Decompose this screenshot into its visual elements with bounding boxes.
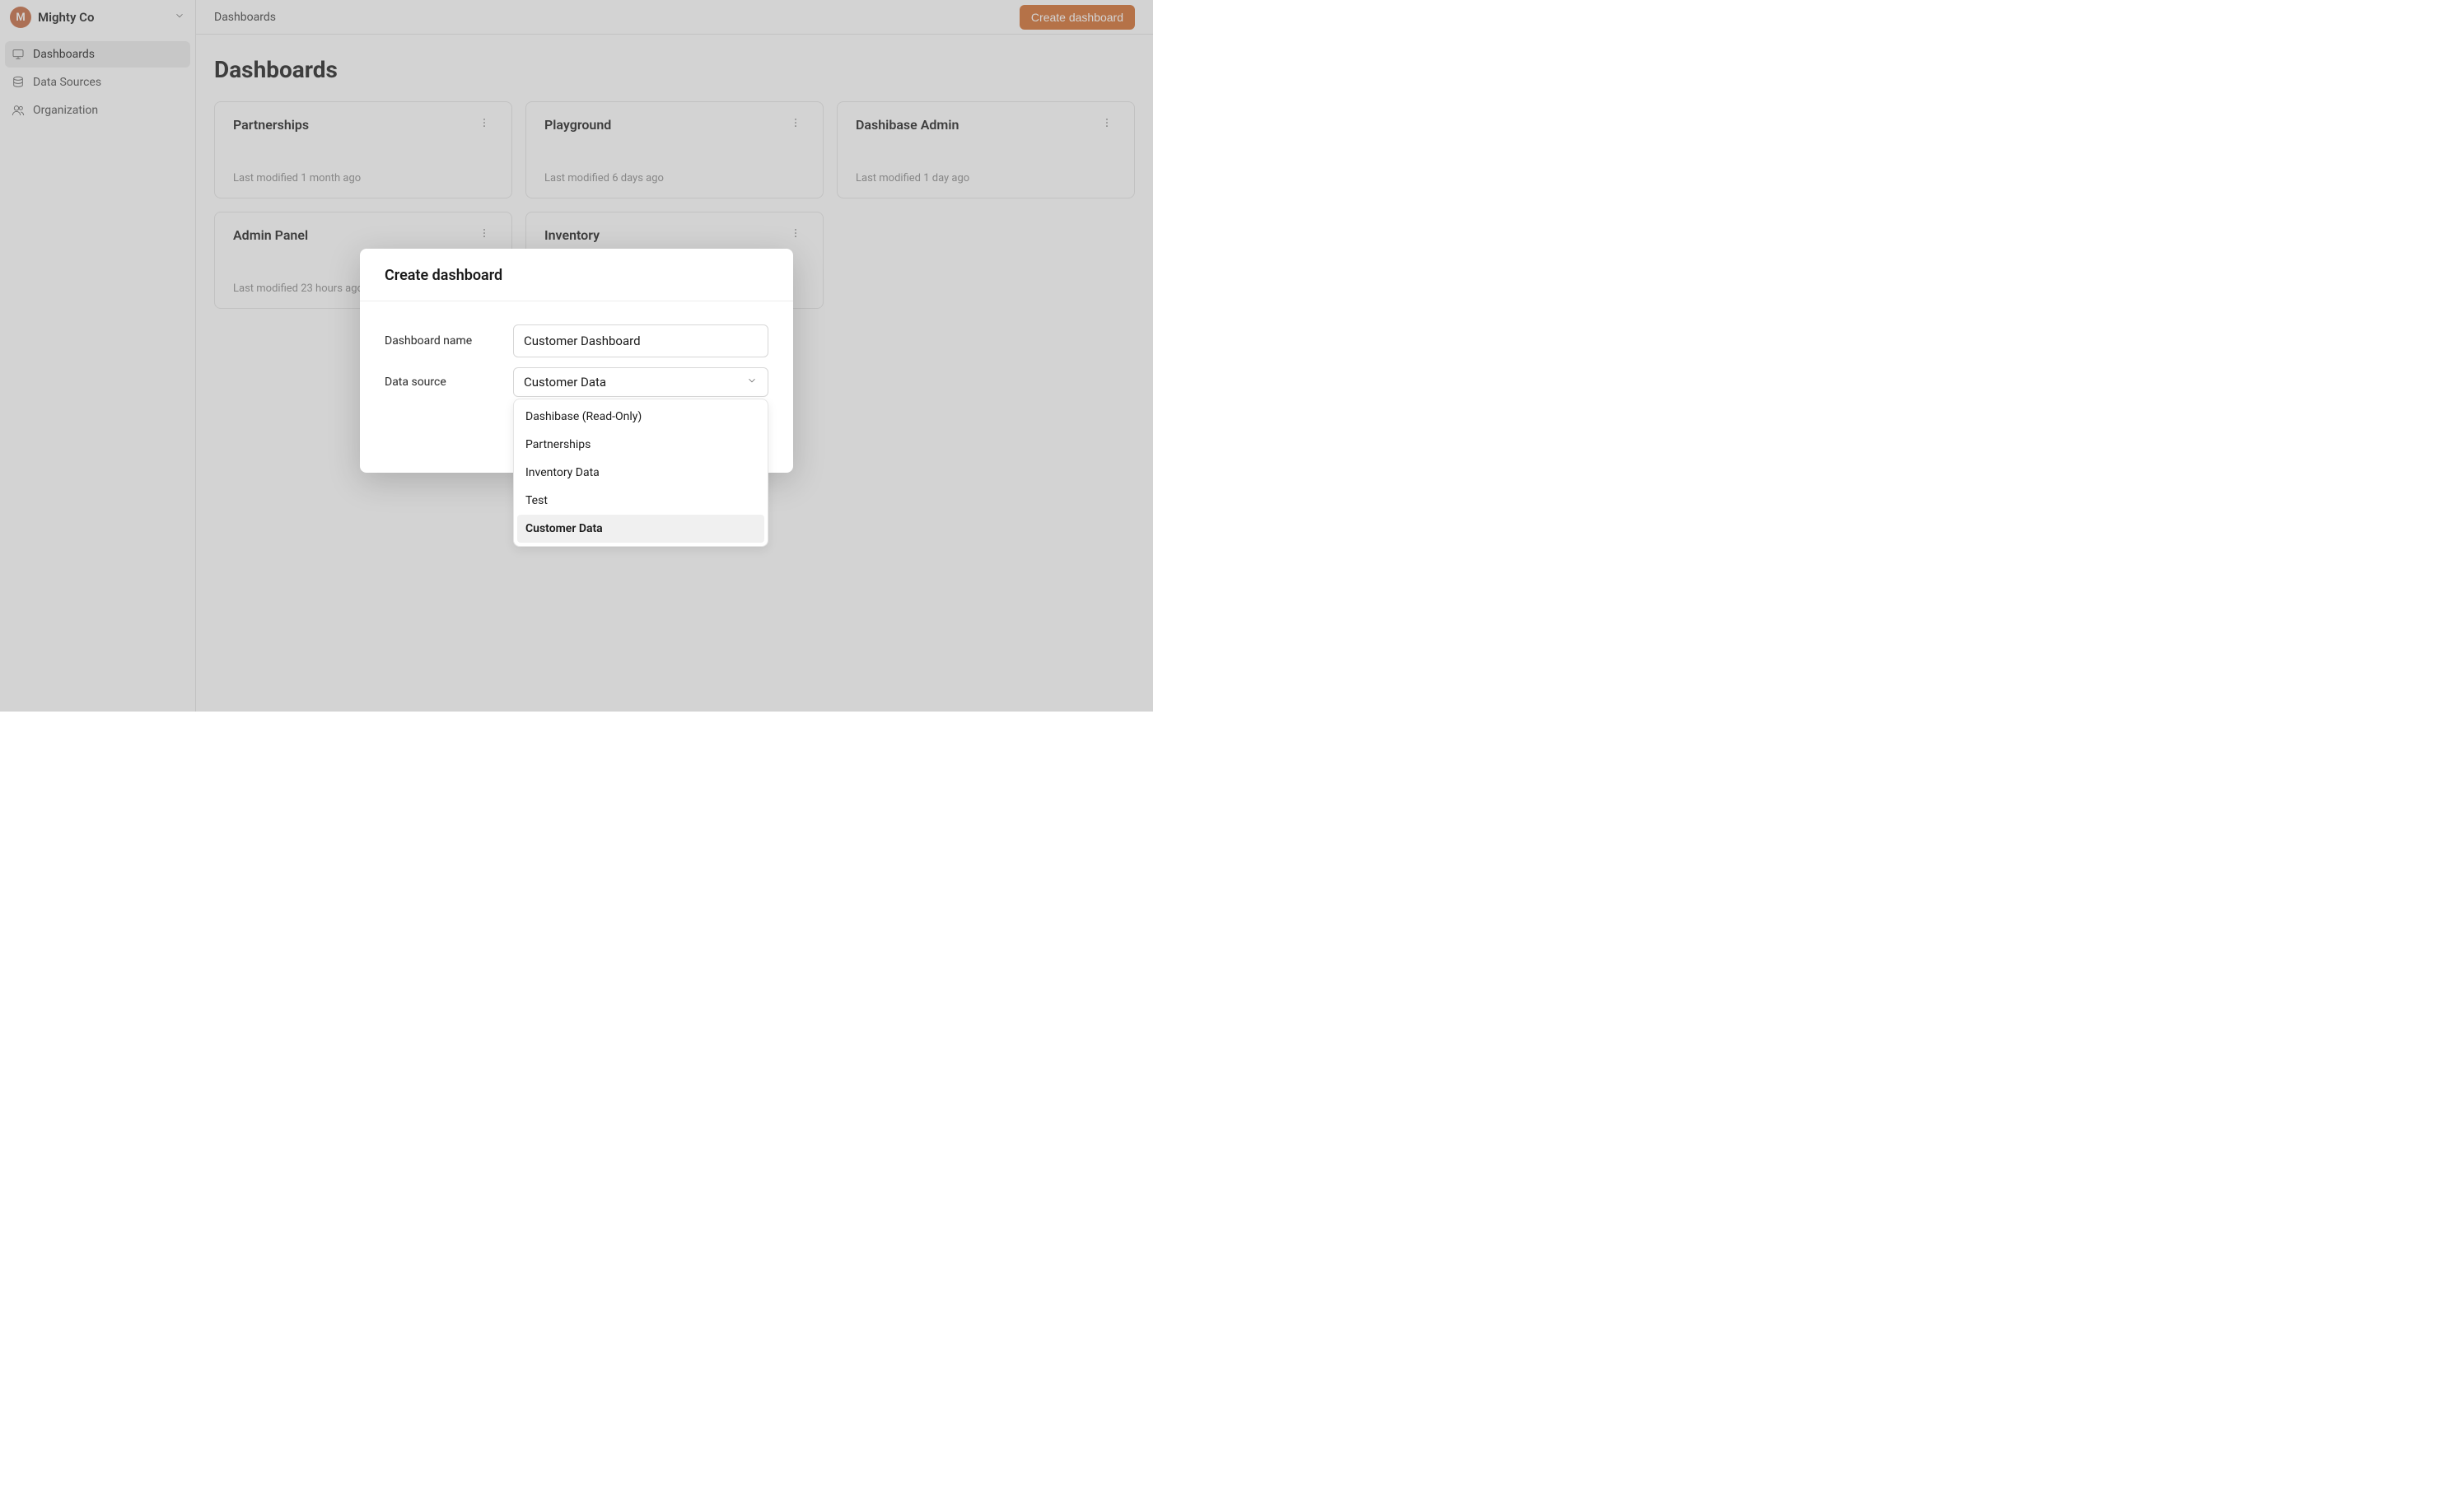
dropdown-option[interactable]: Test (517, 487, 764, 515)
dropdown-option[interactable]: Dashibase (Read-Only) (517, 403, 764, 431)
data-source-dropdown: Dashibase (Read-Only) Partnerships Inven… (513, 399, 768, 547)
data-source-label: Data source (385, 376, 513, 389)
modal-header: Create dashboard (360, 249, 793, 301)
modal-overlay[interactable]: Create dashboard Dashboard name Data sou… (0, 0, 1153, 712)
modal-title: Create dashboard (385, 267, 768, 284)
chevron-down-icon (746, 375, 758, 390)
dropdown-option[interactable]: Inventory Data (517, 459, 764, 487)
dashboard-name-label: Dashboard name (385, 334, 513, 348)
dropdown-option[interactable]: Partnerships (517, 431, 764, 459)
dropdown-option[interactable]: Customer Data (517, 515, 764, 543)
select-value: Customer Data (524, 375, 606, 390)
data-source-select[interactable]: Customer Data (513, 367, 768, 397)
dashboard-name-input[interactable] (513, 324, 768, 357)
create-dashboard-modal: Create dashboard Dashboard name Data sou… (360, 249, 793, 473)
